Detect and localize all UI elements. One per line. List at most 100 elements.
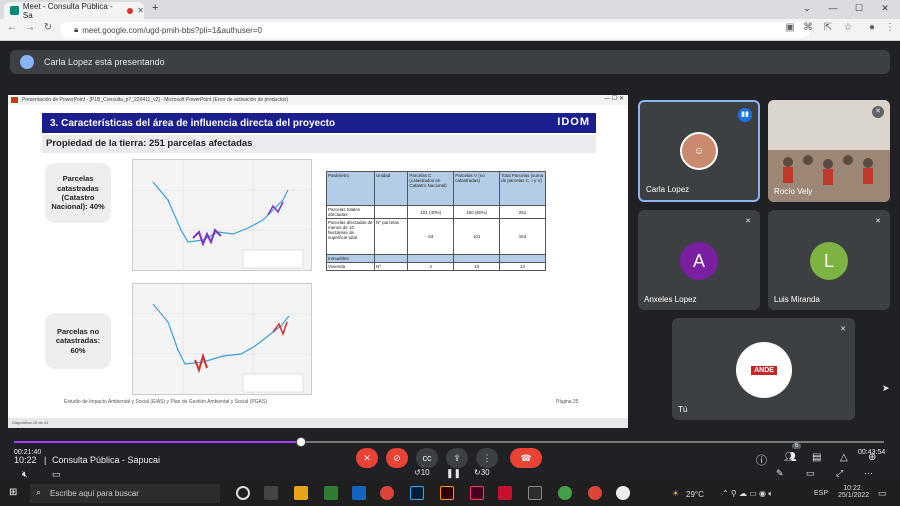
new-tab-icon[interactable]: + [152,2,158,14]
cortana-icon[interactable] [236,486,250,500]
meet-app-icon[interactable] [558,486,572,500]
maximize-icon[interactable]: ☐ [852,3,866,14]
bubble-no-catastradas: Parcelas no catastradas: 60% [45,313,111,369]
ande-logo: ANDE [736,342,792,398]
avatar: L [810,242,848,280]
menu-dots-icon[interactable]: ⋮ [884,22,896,33]
participant-name: Luis Miranda [774,295,820,304]
volume-mute-icon[interactable]: 🔇︎ [22,469,28,480]
tray-icons[interactable]: ⌃ ⚲ ☁ ▭ ◉ 🔈︎ [722,489,773,499]
mic-off-icon: ✕ [875,218,881,225]
map-bottom-drawing [133,284,311,394]
notifications-icon[interactable]: ▭ [878,488,887,499]
skip-forward-button[interactable]: ↻30 [474,468,490,477]
reload-icon[interactable]: ↻ [42,22,54,33]
address-bar[interactable]: 🔒︎ meet.google.com/ugd-pmih-bbs?pli=1&au… [60,22,810,38]
close-tab-icon[interactable]: ✕ [137,6,144,15]
minimize-icon[interactable]: — [826,3,840,13]
tile-luis-miranda[interactable]: L ✕ Luis Miranda [768,210,890,310]
browser-app-icon[interactable] [616,486,630,500]
camera-indicator-icon[interactable]: ▣ [784,22,796,33]
weather-icon[interactable]: ☀ [672,489,679,498]
bubble-catastradas: Parcelas catastradas (Catastro Nacional)… [45,163,111,223]
file-explorer-icon[interactable] [294,486,308,500]
input-language[interactable]: ESP [814,490,828,497]
skip-back-button[interactable]: ↺10 [414,468,430,477]
translate-icon[interactable]: ⌘ [802,22,814,33]
mic-toggle-button[interactable]: ✕ [356,448,378,468]
table-cell [373,254,409,263]
illustrator-icon[interactable] [440,486,454,500]
more-options-button[interactable]: ⋮ [476,448,498,468]
chat-icon[interactable]: ▤ [812,452,821,463]
bookmark-star-icon[interactable]: ☆ [842,22,854,33]
table-cell: 10 [453,262,501,271]
captions-button[interactable]: cc [416,448,438,468]
skip-forward-label: 30 [480,468,490,477]
powerpoint-icon [11,97,18,103]
table-cell [373,205,409,219]
excel-icon[interactable] [324,486,338,500]
acrobat-icon[interactable] [498,486,512,500]
leave-call-button[interactable]: ☎ [510,448,542,468]
photoshop-icon[interactable] [410,486,424,500]
overflow-icon[interactable]: ⋯ [864,468,873,479]
profile-icon[interactable]: ● [866,22,878,33]
back-icon[interactable]: ← [6,22,18,33]
pause-button[interactable]: ❚❚ [446,468,461,479]
subtitles-icon[interactable]: ▭ [52,469,61,480]
mic-off-icon: ✕ [840,326,846,333]
cast-icon[interactable]: ▭ [806,468,815,479]
taskbar-clock[interactable]: 10:22 25/1/2022 [838,485,870,499]
tile-rocio-vely[interactable]: ✕ Rocío Vely [768,100,890,202]
lock-host-icon[interactable]: ⊕ [868,452,876,463]
table-cell: 2 [407,262,455,271]
forward-icon[interactable]: → [24,22,36,33]
info-icon[interactable]: ⓘ [756,452,767,468]
browser-tab[interactable]: Meet - Consulta Pública - Sa ✕ [4,2,144,20]
participant-name: Tú [678,405,688,414]
word-icon[interactable] [352,486,366,500]
captions-icon: cc [422,453,432,463]
taskbar-search[interactable]: ⌕ Escribe aquí para buscar [30,484,220,503]
chrome-icon[interactable] [380,486,394,500]
taskbar-time: 10:22 [843,485,861,492]
shared-screen: Presentación de PowerPoint - [P1B_Consul… [8,95,628,428]
map-top [132,159,312,271]
tile-carla-lopez[interactable]: ☺ ▮▮ Carla Lopez [638,100,760,202]
table-cell: Inmuebles [326,254,375,263]
skip-back-label: 10 [420,468,430,477]
table-row: Parcelas totales afectadas 101 (40%) 150… [326,205,546,219]
app-icon[interactable] [528,486,542,500]
ppt-window-controls-icon: — ☐ ✕ [604,96,624,102]
task-view-icon[interactable] [264,486,278,500]
taskbar-date: 25/1/2022 [838,492,870,499]
windows-start-icon[interactable]: ⊞ [9,487,17,498]
tile-anxeles-lopez[interactable]: A ✕ Anxeles Lopez [638,210,760,310]
table-cell: 251 [499,205,546,219]
meeting-separator: | [44,455,47,465]
tab-search-icon[interactable]: ⌄ [800,3,814,14]
table-header: Total Parcelas (suma de parcelas C, I y … [499,171,546,206]
progress-fill [14,441,302,443]
activities-icon[interactable]: △ [840,452,848,463]
camera-toggle-button[interactable]: ⊘ [386,448,408,468]
ppt-status-bar: Diapositiva 25 de 41 [8,418,628,428]
search-icon: ⌕ [36,487,42,497]
fullscreen-icon[interactable]: ⤢ [836,468,843,479]
close-window-icon[interactable]: ✕ [878,3,892,14]
slide: 3. Características del área de influenci… [36,107,602,418]
chrome-profile-icon[interactable] [588,486,602,500]
mic-off-icon: ✕ [745,218,751,225]
people-icon[interactable]: 👥︎ [784,452,797,463]
pen-icon[interactable]: ✎ [776,468,784,479]
table-header: Parámetro [326,171,375,206]
slide-page-number: Página 25 [556,399,579,405]
present-button[interactable]: ⇪ [446,448,468,468]
ppt-title-bar: Presentación de PowerPoint - [P1B_Consul… [8,95,628,105]
tile-self[interactable]: ANDE ✕ Tú [672,318,855,420]
share-icon[interactable]: ⇱ [822,22,834,33]
url-text: meet.google.com/ugd-pmih-bbs?pli=1&authu… [82,25,262,35]
indesign-icon[interactable] [470,486,484,500]
presenting-text: Carla Lopez está presentando [44,57,165,67]
